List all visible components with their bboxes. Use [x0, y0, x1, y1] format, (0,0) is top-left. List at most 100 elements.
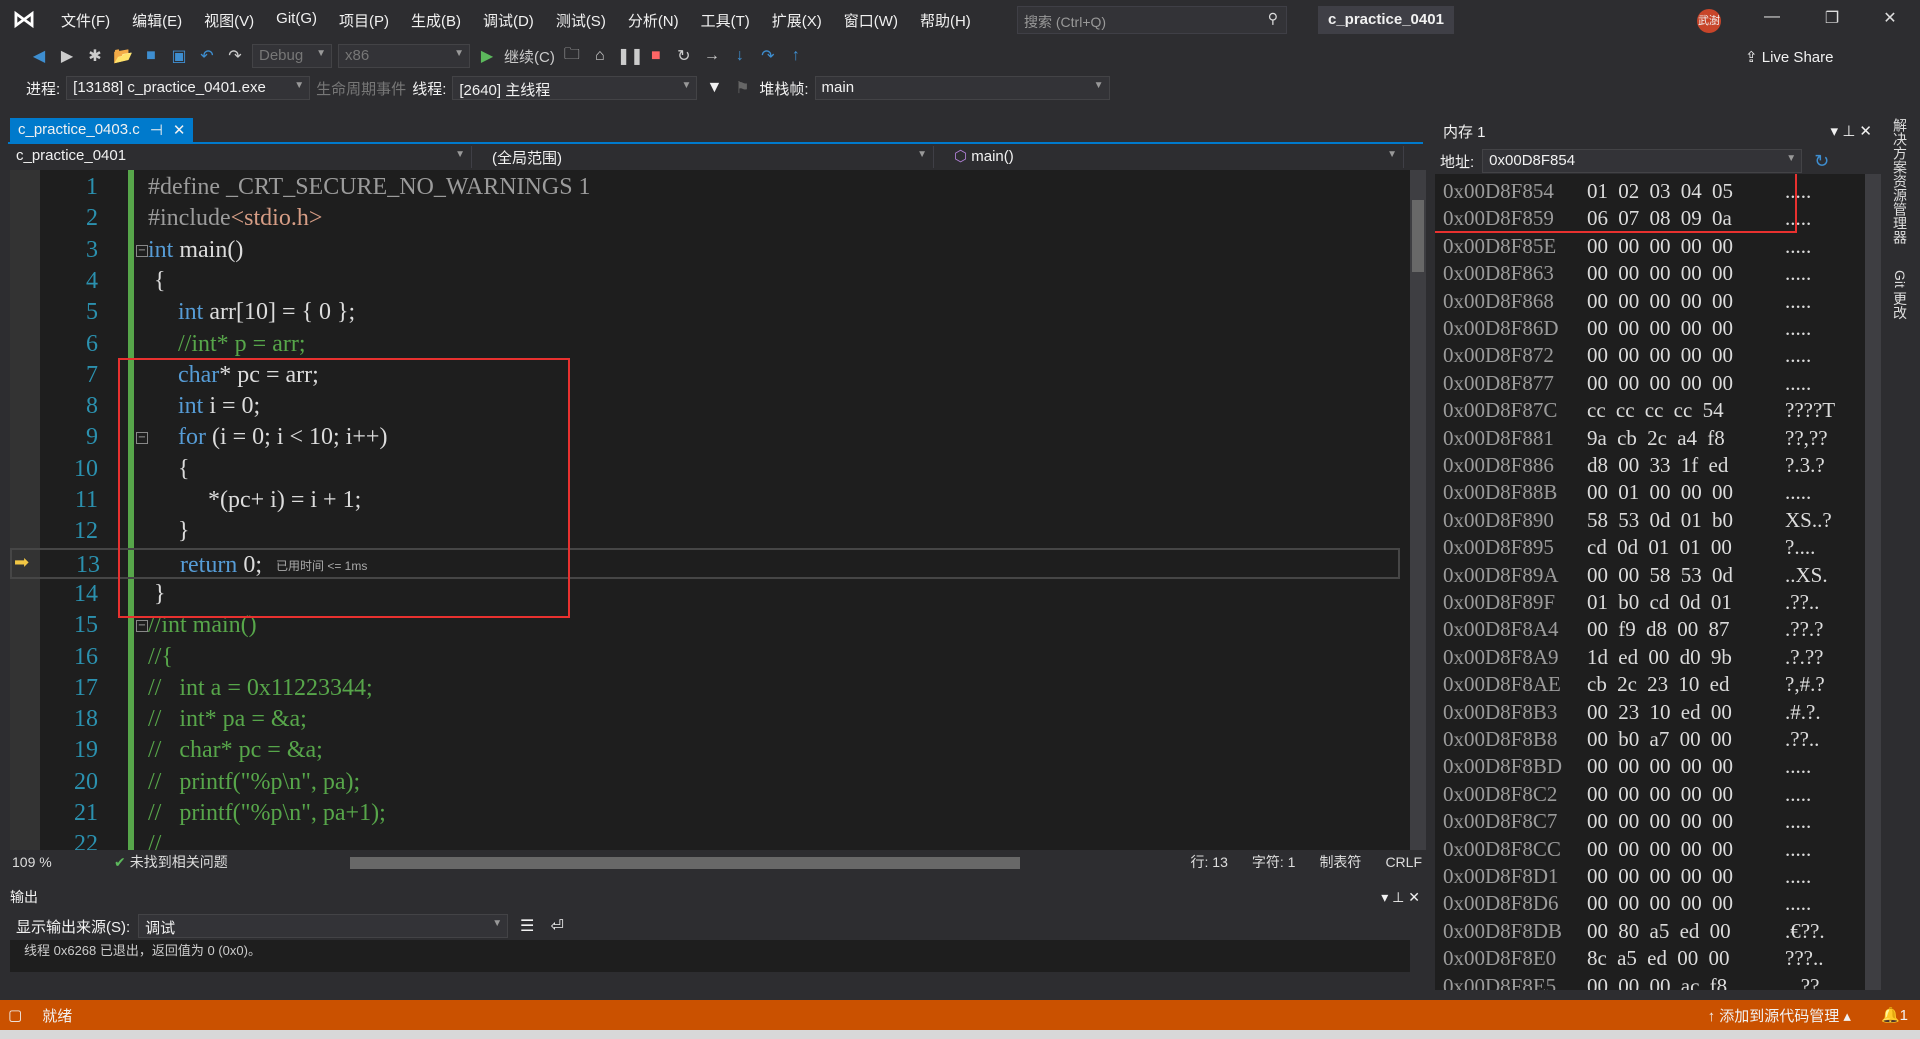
memory-view[interactable]: 0x00D8F854 01 02 03 04 05..... 0x00D8F859 0…: [1435, 174, 1865, 990]
memory-address: 0x00D8F8B3: [1443, 699, 1558, 724]
redo-icon[interactable]: ↷: [224, 46, 246, 66]
output-text[interactable]: 线程 0x6268 已退出，返回值为 0 (0x0)。: [10, 940, 1410, 972]
platform-select[interactable]: x86 ▼: [338, 44, 470, 68]
editor-vertical-scrollbar[interactable]: [1410, 170, 1426, 850]
new-project-icon[interactable]: ✱: [84, 46, 106, 66]
memory-row: 0x00D8F89A 00 00 58 53 0d ..XS.: [1443, 562, 1828, 589]
line-number: 11: [74, 487, 98, 513]
memory-ascii: .....: [1785, 261, 1812, 286]
memory-address: 0x00D8F8C2: [1443, 781, 1558, 806]
notifications-icon[interactable]: 🔔1: [1881, 1006, 1908, 1024]
memory-bytes: 9a cb 2c a4 f8: [1587, 425, 1725, 450]
save-all-icon[interactable]: ▣: [168, 46, 190, 66]
git-changes-tab[interactable]: Git 更改: [1890, 270, 1910, 320]
project-select[interactable]: c_practice_0401 ▼: [10, 146, 472, 168]
eol-indicator[interactable]: CRLF: [1385, 854, 1422, 870]
menu-item[interactable]: 窗口(W): [833, 10, 909, 31]
thread-select[interactable]: [2640] 主线程 ▼: [452, 76, 698, 100]
editor-scroll-thumb[interactable]: [1412, 200, 1424, 272]
minimize-button[interactable]: —: [1752, 8, 1792, 26]
menu-item[interactable]: 测试(S): [545, 10, 617, 31]
output-source-select[interactable]: 调试 ▼: [138, 914, 509, 938]
menu-item[interactable]: 分析(N): [617, 10, 690, 31]
continue-button[interactable]: 继续(C): [504, 46, 555, 67]
address-input[interactable]: 0x00D8F854 ▼: [1482, 149, 1803, 173]
code-token: // char* pc = &a;: [148, 737, 323, 764]
menu-item[interactable]: 视图(V): [193, 10, 265, 31]
step-into-icon[interactable]: ↓: [729, 47, 751, 65]
menu-item[interactable]: Git(G): [265, 10, 328, 31]
menu-item[interactable]: 帮助(H): [909, 10, 982, 31]
menu-item[interactable]: 调试(D): [472, 10, 545, 31]
memory-row: 0x00D8F8B3 00 23 10 ed 00 .#.?.: [1443, 699, 1821, 726]
clear-all-icon[interactable]: ☰: [516, 916, 538, 936]
memory-address: 0x00D8F890: [1443, 507, 1554, 532]
code-editor[interactable]: 1 #define _CRT_SECURE_NO_WARNINGS 1 2 #incl…: [10, 170, 1410, 850]
scope-select[interactable]: (全局范围) ▼: [472, 146, 934, 168]
pause-icon[interactable]: ❚❚: [617, 46, 644, 66]
restart-icon[interactable]: ↻: [673, 46, 695, 66]
line-number: 7: [86, 361, 98, 388]
ready-icon: ▢: [8, 1007, 23, 1024]
code-line: 4 {: [10, 266, 1400, 297]
menu-item[interactable]: 工具(T): [690, 10, 761, 31]
close-output-icon[interactable]: ▾ ⊥ ✕: [1381, 889, 1420, 906]
code-line: 17 // int a = 0x11223344;: [10, 673, 1400, 704]
word-wrap-icon[interactable]: ⏎: [546, 916, 568, 936]
stack-frame-select[interactable]: main ▼: [814, 76, 1110, 100]
stop-icon[interactable]: ■: [645, 47, 667, 65]
memory-ascii: ????T: [1785, 398, 1836, 423]
menu-item[interactable]: 文件(F): [50, 10, 121, 31]
menu-item[interactable]: 扩展(X): [761, 10, 833, 31]
find-icon[interactable]: 🗀: [561, 43, 583, 70]
memory-ascii: ?.3.?: [1785, 453, 1825, 477]
collapse-icon[interactable]: −: [136, 620, 148, 633]
show-next-icon[interactable]: →: [701, 47, 723, 65]
live-share-button[interactable]: ⇪ Live Share: [1745, 48, 1833, 66]
config-select[interactable]: Debug ▼: [252, 44, 332, 68]
play-icon[interactable]: ▶: [476, 46, 498, 66]
memory-address: 0x00D8F8D6: [1443, 891, 1559, 916]
open-file-icon[interactable]: 📂: [112, 46, 134, 66]
menu-item[interactable]: 生成(B): [400, 10, 472, 31]
source-control-button[interactable]: ↑ 添加到源代码管理 ▴: [1708, 1005, 1851, 1026]
search-input[interactable]: 搜索 (Ctrl+Q) ⚲: [1017, 6, 1287, 34]
memory-highlight-box: [1435, 174, 1797, 233]
lifecycle-events[interactable]: 生命周期事件: [316, 78, 406, 99]
collapse-icon[interactable]: −: [136, 244, 148, 257]
forward-icon[interactable]: ▶: [56, 46, 78, 66]
process-select[interactable]: [13188] c_practice_0401.exe ▼: [66, 76, 311, 100]
close-tab-icon[interactable]: ✕: [173, 121, 186, 139]
document-tabs: c_practice_0403.c ⊣ ✕: [8, 118, 1423, 144]
menu-item[interactable]: 项目(P): [328, 10, 400, 31]
menu-item[interactable]: 编辑(E): [121, 10, 193, 31]
close-memory-icon[interactable]: ▾ ⊥ ✕: [1831, 122, 1873, 140]
back-icon[interactable]: ◀: [28, 46, 50, 66]
memory-address: 0x00D8F87C: [1443, 398, 1558, 423]
tabs-indicator[interactable]: 制表符: [1319, 852, 1361, 872]
memory-address: 0x00D8F89F: [1443, 590, 1556, 614]
solution-explorer-tab[interactable]: 解决方案资源管理器: [1890, 118, 1910, 244]
home-icon[interactable]: ⌂: [589, 47, 611, 65]
undo-icon[interactable]: ↶: [196, 46, 218, 66]
refresh-icon[interactable]: ↻: [1814, 151, 1829, 172]
close-window-button[interactable]: ✕: [1870, 8, 1910, 28]
avatar[interactable]: 武澍: [1697, 9, 1721, 33]
function-select[interactable]: ⬡ main() ▼: [934, 146, 1404, 168]
step-out-icon[interactable]: ↑: [785, 47, 807, 65]
restore-button[interactable]: ❐: [1812, 8, 1852, 28]
tab-c-practice-0403[interactable]: c_practice_0403.c ⊣ ✕: [10, 118, 194, 142]
memory-address: 0x00D8F8CC: [1443, 836, 1561, 861]
save-icon[interactable]: ■: [140, 47, 162, 65]
pin-icon[interactable]: ⊣: [150, 121, 163, 139]
zoom-select[interactable]: 109 %: [10, 854, 80, 870]
issues-status[interactable]: 未找到相关问题: [130, 852, 228, 872]
step-over-icon[interactable]: ↷: [757, 46, 779, 66]
memory-scrollbar[interactable]: [1865, 174, 1881, 990]
filter-icon[interactable]: ▼: [703, 79, 725, 97]
flag-icon[interactable]: ⚑: [731, 78, 753, 98]
memory-address: 0x00D8F8AE: [1443, 672, 1561, 697]
navigation-bar: c_practice_0401 ▼ (全局范围) ▼ ⬡ main() ▼: [10, 146, 1415, 168]
code-token: // int a = 0x11223344;: [148, 674, 373, 701]
editor-horizontal-scrollbar[interactable]: [350, 857, 1020, 869]
